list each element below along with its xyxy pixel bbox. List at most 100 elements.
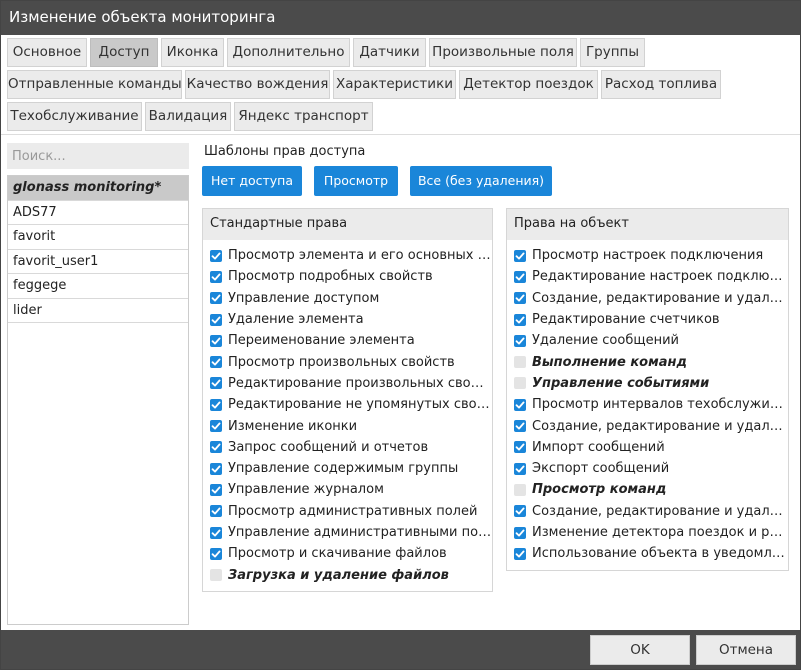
list-item[interactable]: favorit_user1: [8, 250, 188, 274]
tab-yandex-transport[interactable]: Яндекс транспорт: [234, 102, 373, 131]
checkbox-checked[interactable]: [210, 249, 222, 262]
tab-sent-commands[interactable]: Отправленные команды: [7, 70, 182, 99]
list-item[interactable]: favorit: [8, 225, 188, 250]
list-item[interactable]: glonass monitoring*: [8, 176, 188, 201]
checkbox-checked[interactable]: [210, 334, 222, 347]
cancel-button[interactable]: Отмена: [696, 635, 796, 665]
checkbox-checked[interactable]: [514, 526, 526, 539]
view-button[interactable]: Просмотр: [314, 166, 398, 196]
tabs-divider: [1, 134, 800, 135]
tab-fuel-consumption[interactable]: Расход топлива: [601, 70, 721, 99]
checkbox-checked[interactable]: [210, 270, 222, 283]
checkbox-checked[interactable]: [514, 398, 526, 411]
right-row[interactable]: Просмотр подробных свойств: [203, 266, 492, 287]
right-row[interactable]: Удаление элемента: [203, 309, 492, 330]
right-row[interactable]: Создание, редактирование и удаление...: [507, 415, 788, 436]
right-label: Просмотр и скачивание файлов: [228, 546, 447, 562]
tab-validation[interactable]: Валидация: [145, 102, 231, 131]
right-label: Удаление сообщений: [532, 333, 679, 349]
tab-icon[interactable]: Иконка: [161, 38, 224, 67]
checkbox-checked[interactable]: [210, 292, 222, 305]
right-row[interactable]: Создание, редактирование и удаление...: [507, 288, 788, 309]
checkbox-checked[interactable]: [514, 313, 526, 326]
list-item[interactable]: ADS77: [8, 201, 188, 225]
right-row[interactable]: Просмотр произвольных свойств: [203, 351, 492, 372]
checkbox-unchecked[interactable]: [514, 356, 526, 369]
checkbox-checked[interactable]: [514, 334, 526, 347]
checkbox-checked[interactable]: [210, 526, 222, 539]
standard-rights-panel: Стандартные права Просмотр элемента и ег…: [202, 208, 493, 592]
checkbox-checked[interactable]: [514, 270, 526, 283]
right-row[interactable]: Управление событиями: [507, 373, 788, 394]
checkbox-checked[interactable]: [210, 505, 222, 518]
right-row[interactable]: Просмотр интервалов техобслуживания: [507, 394, 788, 415]
right-row[interactable]: Переименование элемента: [203, 330, 492, 351]
tab-custom-fields[interactable]: Произвольные поля: [429, 38, 577, 67]
checkbox-checked[interactable]: [210, 356, 222, 369]
right-row[interactable]: Импорт сообщений: [507, 437, 788, 458]
object-rights-list: Просмотр настроек подключения Редактирова…: [507, 240, 788, 564]
right-row[interactable]: Редактирование произвольных свойств: [203, 373, 492, 394]
checkbox-unchecked[interactable]: [514, 377, 526, 390]
right-row[interactable]: Редактирование не упомянутых свойств: [203, 394, 492, 415]
right-row[interactable]: Управление содержимым группы: [203, 458, 492, 479]
right-label: Создание, редактирование и удаление...: [532, 418, 788, 434]
checkbox-checked[interactable]: [210, 313, 222, 326]
checkbox-checked[interactable]: [514, 547, 526, 560]
tab-groups[interactable]: Группы: [580, 38, 645, 67]
no-access-button[interactable]: Нет доступа: [202, 166, 302, 196]
checkbox-unchecked[interactable]: [514, 483, 526, 496]
tab-trip-detector[interactable]: Детектор поездок: [459, 70, 598, 99]
checkbox-checked[interactable]: [210, 441, 222, 454]
right-row[interactable]: Изменение иконки: [203, 415, 492, 436]
right-row[interactable]: Просмотр настроек подключения: [507, 245, 788, 266]
tab-driving-quality[interactable]: Качество вождения: [185, 70, 330, 99]
tab-bar: Основное Доступ Иконка Дополнительно Дат…: [1, 35, 800, 135]
right-label: Редактирование произвольных свойств: [228, 375, 492, 391]
right-row[interactable]: Редактирование настроек подключения: [507, 266, 788, 287]
all-without-delete-button[interactable]: Все (без удаления): [410, 166, 552, 196]
right-row[interactable]: Просмотр административных полей: [203, 501, 492, 522]
checkbox-checked[interactable]: [210, 377, 222, 390]
checkbox-checked[interactable]: [210, 420, 222, 433]
tab-basic[interactable]: Основное: [7, 38, 87, 67]
right-row[interactable]: Управление доступом: [203, 288, 492, 309]
list-item[interactable]: lider: [8, 299, 188, 323]
right-row[interactable]: Управление административными поля...: [203, 522, 492, 543]
object-rights-header: Права на объект: [507, 209, 788, 240]
tab-sensors[interactable]: Датчики: [353, 38, 426, 67]
right-row[interactable]: Просмотр команд: [507, 479, 788, 500]
right-row[interactable]: Удаление сообщений: [507, 330, 788, 351]
checkbox-checked[interactable]: [210, 483, 222, 496]
right-row[interactable]: Использование объекта в уведомлени...: [507, 543, 788, 564]
checkbox-checked[interactable]: [514, 292, 526, 305]
checkbox-checked[interactable]: [514, 249, 526, 262]
checkbox-checked[interactable]: [210, 462, 222, 475]
right-row[interactable]: Управление журналом: [203, 479, 492, 500]
right-row[interactable]: Экспорт сообщений: [507, 458, 788, 479]
right-row[interactable]: Создание, редактирование и удаление...: [507, 501, 788, 522]
right-row[interactable]: Редактирование счетчиков: [507, 309, 788, 330]
checkbox-unchecked[interactable]: [210, 569, 222, 582]
right-row[interactable]: Запрос сообщений и отчетов: [203, 437, 492, 458]
checkbox-checked[interactable]: [514, 420, 526, 433]
right-row[interactable]: Выполнение команд: [507, 351, 788, 372]
tab-maintenance[interactable]: Техобслуживание: [7, 102, 142, 131]
search-input[interactable]: [7, 143, 189, 169]
right-row[interactable]: Изменение детектора поездок и расхо...: [507, 522, 788, 543]
right-row[interactable]: Просмотр элемента и его основных св...: [203, 245, 492, 266]
right-row[interactable]: Загрузка и удаление файлов: [203, 564, 492, 585]
tab-characteristics[interactable]: Характеристики: [333, 70, 456, 99]
tab-access[interactable]: Доступ: [90, 38, 158, 67]
checkbox-checked[interactable]: [210, 398, 222, 411]
tab-advanced[interactable]: Дополнительно: [227, 38, 350, 67]
checkbox-checked[interactable]: [514, 505, 526, 518]
object-rights-panel: Права на объект Просмотр настроек подклю…: [506, 208, 789, 571]
checkbox-checked[interactable]: [210, 547, 222, 560]
right-row[interactable]: Просмотр и скачивание файлов: [203, 543, 492, 564]
ok-button[interactable]: OK: [590, 635, 690, 665]
list-item[interactable]: feggege: [8, 274, 188, 299]
checkbox-checked[interactable]: [514, 462, 526, 475]
checkbox-checked[interactable]: [514, 441, 526, 454]
right-label: Просмотр команд: [532, 482, 667, 498]
